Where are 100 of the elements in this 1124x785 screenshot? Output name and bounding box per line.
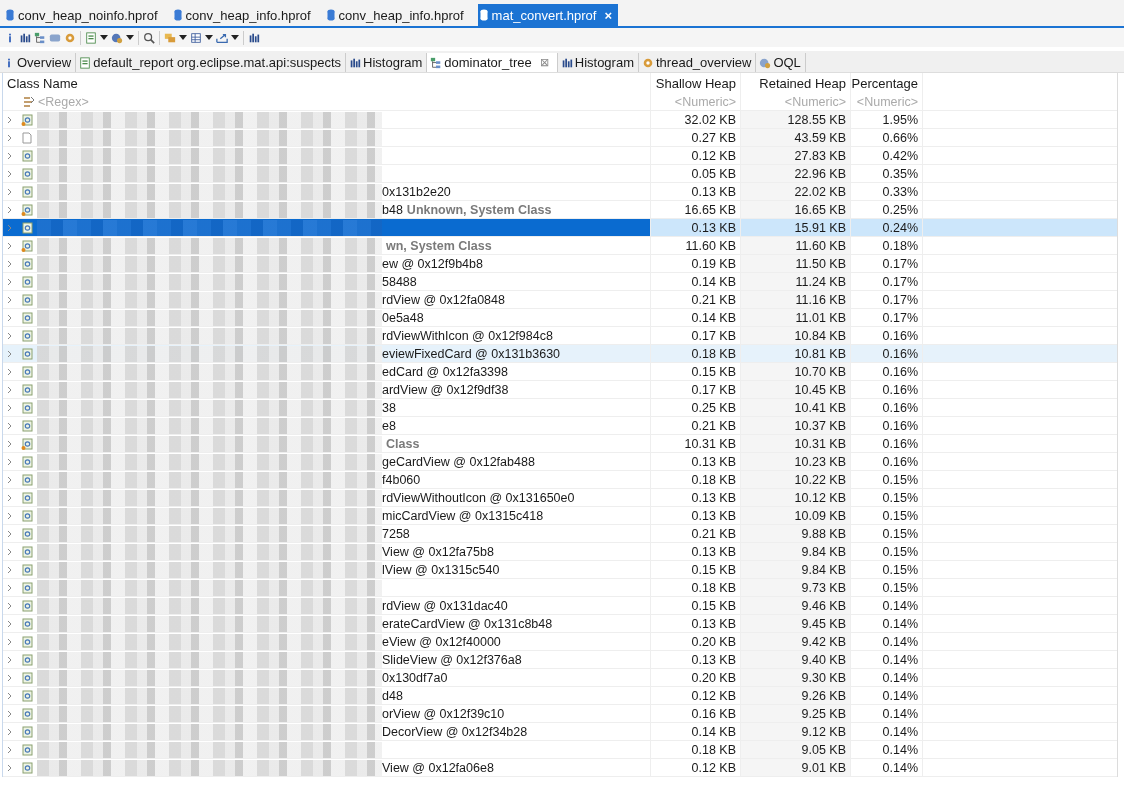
object-name: ardView @ 0x12f9df38 (382, 382, 509, 397)
bars-icon[interactable] (19, 31, 31, 44)
table-row[interactable]: micCardView @ 0x1315c418 0.13 KB 10.09 KB 0.15% (3, 507, 1117, 525)
table-cell: 0.16% (882, 382, 918, 397)
class-icon (21, 653, 33, 666)
editor-tab[interactable]: conv_heap_info.hprof (324, 4, 478, 26)
tree-icon[interactable] (34, 31, 46, 44)
dropdown-caret-icon[interactable] (100, 35, 108, 40)
tree-icon (430, 56, 443, 69)
table-row[interactable]: SlideView @ 0x12f376a8 0.13 KB 9.40 KB 0.14% (3, 651, 1117, 669)
table-row[interactable]: erateCardView @ 0x131c8b48 0.13 KB 9.45 KB 0.14% (3, 615, 1117, 633)
editor-tab[interactable]: conv_heap_info.hprof (171, 4, 325, 26)
table-row[interactable]: 0.18 KB 9.05 KB 0.14% (3, 741, 1117, 759)
table-cell: 9.45 KB (801, 616, 846, 631)
table-row[interactable]: 58488 0.14 KB 11.24 KB 0.17% (3, 273, 1117, 291)
file-icon (21, 131, 33, 144)
export-icon[interactable] (216, 31, 228, 44)
db-icon[interactable] (111, 31, 123, 44)
table-cell: 22.96 KB (794, 166, 846, 181)
table-cell: 16.65 KB (684, 202, 736, 217)
object-name: f4b060 (382, 472, 421, 487)
table-row[interactable]: View @ 0x12fa75b8 0.13 KB 9.84 KB 0.15% (3, 543, 1117, 561)
numeric-filter-field[interactable]: <Numeric> (651, 93, 736, 110)
database-icon (6, 9, 14, 21)
table-cell: 0.15 KB (691, 364, 736, 379)
table-cell: 0.15% (882, 472, 918, 487)
table-row[interactable]: 0.13 KB 15.91 KB 0.24% (3, 219, 1117, 237)
numeric-filter-field[interactable]: <Numeric> (851, 93, 918, 110)
view-tab[interactable]: dominator_tree ⊠ (427, 53, 558, 72)
table-cell: 0.21 KB (691, 526, 736, 541)
gc-root-class-icon (21, 203, 33, 216)
table-row[interactable]: 32.02 KB 128.55 KB 1.95% (3, 111, 1117, 129)
regex-filter-field[interactable]: <Regex> (35, 93, 155, 110)
object-name: geCardView @ 0x12fab488 (382, 454, 535, 469)
table-cell: 27.83 KB (794, 148, 846, 163)
column-header[interactable]: Retained Heap (759, 75, 846, 91)
column-header[interactable]: Class Name (7, 75, 78, 91)
table-row[interactable]: rdViewWithoutIcon @ 0x131650e0 0.13 KB 10.12 KB 0.15% (3, 489, 1117, 507)
table-row[interactable]: 0.27 KB 43.59 KB 0.66% (3, 129, 1117, 147)
table-cell: 9.01 KB (801, 760, 846, 775)
dropdown-caret-icon[interactable] (179, 35, 187, 40)
table-row[interactable]: edCard @ 0x12fa3398 0.15 KB 10.70 KB 0.16% (3, 363, 1117, 381)
search-icon[interactable] (143, 31, 155, 44)
table-row[interactable]: 38 0.25 KB 10.41 KB 0.16% (3, 399, 1117, 417)
object-name: ew @ 0x12f9b4b8 (382, 256, 483, 271)
table-cell: 11.01 KB (795, 310, 846, 325)
bars-icon[interactable] (248, 31, 260, 44)
table-row[interactable]: 0.12 KB 27.83 KB 0.42% (3, 147, 1117, 165)
table-row[interactable]: 0.18 KB 9.73 KB 0.15% (3, 579, 1117, 597)
object-name: DecorView @ 0x12f34b28 (382, 724, 528, 739)
class-icon (21, 743, 33, 756)
object-name: eviewFixedCard @ 0x131b3630 (382, 346, 561, 361)
table-row[interactable]: ew @ 0x12f9b4b8 0.19 KB 11.50 KB 0.17% (3, 255, 1117, 273)
editor-tab[interactable]: conv_heap_noinfo.hprof (4, 4, 172, 26)
table-cell: 10.37 KB (794, 418, 846, 433)
dropdown-caret-icon[interactable] (231, 35, 239, 40)
table-row[interactable]: View @ 0x12fa06e8 0.12 KB 9.01 KB 0.14% (3, 759, 1117, 777)
class-icon (21, 149, 33, 162)
table-cell: 0.20 KB (691, 670, 736, 685)
table-row[interactable]: e8 0.21 KB 10.37 KB 0.16% (3, 417, 1117, 435)
dropdown-caret-icon[interactable] (205, 35, 213, 40)
table-row[interactable]: rdView @ 0x131dac40 0.15 KB 9.46 KB 0.14% (3, 597, 1117, 615)
table-row[interactable]: 7258 0.21 KB 9.88 KB 0.15% (3, 525, 1117, 543)
editor-tab[interactable]: mat_convert.hprof × (477, 4, 618, 26)
table-row[interactable]: eView @ 0x12f40000 0.20 KB 9.42 KB 0.14% (3, 633, 1117, 651)
close-button[interactable]: ⊠ (539, 56, 549, 69)
report-icon[interactable] (85, 31, 97, 44)
table-cell: 0.17 KB (691, 382, 736, 397)
table-row[interactable]: wn, System Class 11.60 KB 11.60 KB 0.18% (3, 237, 1117, 255)
table-row[interactable]: orView @ 0x12f39c10 0.16 KB 9.25 KB 0.14% (3, 705, 1117, 723)
numeric-filter-field[interactable]: <Numeric> (741, 93, 846, 110)
table-cell: 10.84 KB (794, 328, 846, 343)
class-icon (21, 329, 33, 342)
table-cell: 0.27 KB (691, 130, 736, 145)
calc-icon[interactable] (190, 31, 202, 44)
table-row[interactable]: f4b060 0.18 KB 10.22 KB 0.15% (3, 471, 1117, 489)
table-row[interactable]: 0x130df7a0 0.20 KB 9.30 KB 0.14% (3, 669, 1117, 687)
table-row[interactable]: DecorView @ 0x12f34b28 0.14 KB 9.12 KB 0.14% (3, 723, 1117, 741)
table-cell: 0.15% (882, 562, 918, 577)
close-button[interactable]: × (604, 7, 612, 23)
gear-icon[interactable] (64, 31, 76, 44)
class-icon (21, 473, 33, 486)
view-tab[interactable]: OQL (756, 53, 806, 72)
table-row[interactable]: geCardView @ 0x12fab488 0.13 KB 10.23 KB 0.16% (3, 453, 1117, 471)
table-cell: 9.40 KB (801, 652, 846, 667)
table-cell: 43.59 KB (794, 130, 846, 145)
table-row[interactable]: 0e5a48 0.14 KB 11.01 KB 0.17% (3, 309, 1117, 327)
dropdown-caret-icon[interactable] (126, 35, 134, 40)
table-row[interactable]: d48 0.12 KB 9.26 KB 0.14% (3, 687, 1117, 705)
table-row[interactable]: 0.05 KB 22.96 KB 0.35% (3, 165, 1117, 183)
table-row[interactable]: rdView @ 0x12fa0848 0.21 KB 11.16 KB 0.17% (3, 291, 1117, 309)
table-row[interactable]: 0x131b2e20 0.13 KB 22.02 KB 0.33% (3, 183, 1117, 201)
column-header[interactable]: Shallow Heap (655, 75, 736, 91)
table-row[interactable]: eviewFixedCard @ 0x131b3630 0.18 KB 10.81 KB 0.16% (3, 345, 1117, 363)
object-name: micCardView @ 0x1315c418 (382, 508, 544, 523)
table-row[interactable]: Class 10.31 KB 10.31 KB 0.16% (3, 435, 1117, 453)
object-name: orView @ 0x12f39c10 (382, 706, 505, 721)
column-header[interactable]: Percentage (851, 75, 918, 91)
table-row[interactable]: ardView @ 0x12f9df38 0.17 KB 10.45 KB 0.16% (3, 381, 1117, 399)
table-row[interactable]: lView @ 0x1315c540 0.15 KB 9.84 KB 0.15% (3, 561, 1117, 579)
